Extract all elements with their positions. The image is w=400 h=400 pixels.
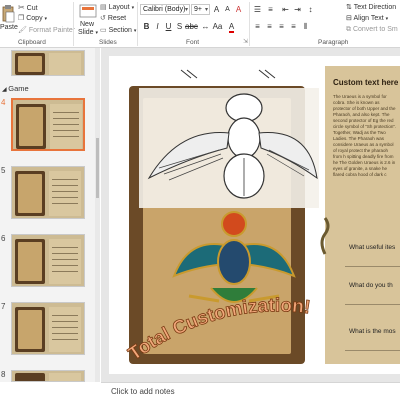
layout-icon: ▤ [100, 4, 107, 11]
new-slide-button[interactable]: New [80, 21, 94, 28]
chevron-down-icon: ▾ [204, 7, 208, 13]
slide-thumbnail[interactable] [11, 166, 85, 219]
slides-group-label: Slides [99, 39, 117, 46]
answer-line [345, 304, 400, 305]
notes-pane[interactable]: Click to add notes [101, 382, 400, 400]
scrollbar-thumb[interactable] [96, 138, 99, 198]
info-parchment-panel: Custom text here The Uraeus is a symbol … [320, 66, 400, 364]
current-slide[interactable]: Total Customization! Custom text here Th… [109, 56, 400, 374]
grow-font-button[interactable]: A [211, 4, 222, 15]
slide-thumbnail[interactable] [11, 302, 85, 355]
italic-button[interactable]: I [152, 21, 163, 32]
font-size-select[interactable]: 9+ ▾ [191, 4, 210, 15]
section-icon: ▭ [100, 27, 107, 34]
font-name-select[interactable]: Calibri (Body) ▾ [140, 4, 190, 15]
columns-button[interactable]: ⫴ [300, 21, 311, 32]
question-1: What useful ites [349, 244, 396, 251]
rotation-handle-icon[interactable] [257, 68, 287, 80]
underline-button[interactable]: U [163, 21, 174, 32]
change-case-button[interactable]: Aa [212, 21, 223, 32]
paste-button[interactable]: Paste [0, 24, 18, 31]
strikethrough-button[interactable]: abc [185, 21, 198, 32]
slide-thumbnail-pane: ◢ Game 4 5 6 7 8 [0, 48, 100, 382]
notes-placeholder: Click to add notes [111, 387, 175, 396]
text-direction-button[interactable]: ⇅ Text Direction [346, 3, 396, 11]
rotation-handle-icon[interactable] [179, 68, 209, 80]
chevron-down-icon: ▾ [184, 7, 188, 13]
question-3: What is the mos [349, 328, 396, 335]
font-group-label: Font [186, 39, 200, 46]
text-direction-icon: ⇅ [346, 4, 352, 11]
paintbrush-icon: 🖌 [18, 27, 27, 34]
cut-button[interactable]: ✂ Cut [18, 3, 38, 12]
align-text-button[interactable]: ⊟ Align Text ▾ [346, 14, 388, 22]
answer-line [345, 350, 400, 351]
clipboard-icon[interactable] [1, 4, 15, 24]
divider [137, 2, 138, 46]
align-center-button[interactable]: ≡ [264, 21, 275, 32]
clipboard-group-label: Clipboard [18, 39, 46, 46]
thumbnail-scrollbar[interactable] [95, 48, 100, 382]
slide-number: 5 [1, 166, 6, 175]
format-painter-button[interactable]: 🖌 Format Painter [18, 26, 75, 34]
shadow-button[interactable]: S [174, 21, 185, 32]
character-spacing-icon[interactable]: ↔ [200, 21, 211, 32]
convert-smartart-button[interactable]: ⧉ Convert to Sm [346, 26, 398, 34]
clear-formatting-icon[interactable]: A [233, 4, 244, 15]
banner-text: Total Customization! [124, 295, 311, 366]
divider [73, 2, 74, 46]
slide-thumbnail[interactable] [11, 370, 85, 382]
increase-indent-button[interactable]: ⇥ [292, 4, 303, 15]
align-text-icon: ⊟ [346, 15, 352, 22]
align-left-button[interactable]: ≡ [252, 21, 263, 32]
bold-button[interactable]: B [141, 21, 152, 32]
slide-number: 6 [1, 234, 6, 243]
reset-button[interactable]: ↺ Reset [100, 14, 126, 22]
smartart-icon: ⧉ [346, 26, 351, 33]
slide-thumbnail[interactable] [11, 234, 85, 287]
answer-line [345, 266, 400, 267]
new-slide-label: Slide ▾ [78, 29, 99, 36]
new-slide-icon[interactable] [78, 3, 98, 19]
total-customization-banner[interactable]: Total Customization! [119, 256, 329, 366]
decrease-indent-button[interactable]: ⇤ [280, 4, 291, 15]
shrink-font-button[interactable]: A [222, 4, 233, 15]
layout-button[interactable]: ▤ Layout ▾ [100, 3, 134, 11]
bullets-button[interactable]: ☰ [252, 4, 263, 15]
svg-text:Total Customization!: Total Customization! [125, 295, 312, 365]
slide-number: 4 [1, 98, 6, 107]
divider [249, 2, 250, 46]
question-2: What do you th [349, 282, 393, 289]
numbering-button[interactable]: ≡ [265, 4, 276, 15]
info-panel-title: Custom text here [333, 78, 399, 87]
slide-number: 8 [1, 370, 6, 379]
scarab-line-art-image[interactable] [139, 88, 319, 208]
slide-canvas: Total Customization! Custom text here Th… [101, 48, 400, 382]
paragraph-group-label: Paragraph [318, 39, 349, 46]
slide-thumbnail[interactable] [11, 50, 85, 76]
slide-thumbnail-selected[interactable] [11, 98, 85, 151]
ribbon: Paste ✂ Cut ❐ Copy ▾ 🖌 Format Painter Cl… [0, 0, 400, 48]
justify-button[interactable]: ≡ [288, 21, 299, 32]
copy-icon: ❐ [18, 15, 25, 22]
align-right-button[interactable]: ≡ [276, 21, 287, 32]
font-color-button[interactable]: A [226, 21, 237, 33]
scissors-icon: ✂ [18, 3, 25, 12]
slide-number: 7 [1, 302, 6, 311]
reset-icon: ↺ [100, 15, 106, 22]
info-panel-body: The Uraeus is a symbol for cobra. She is… [333, 94, 397, 177]
section-label[interactable]: ◢ Game [2, 84, 29, 93]
cobra-icon [320, 217, 330, 255]
line-spacing-button[interactable]: ↕ [305, 4, 316, 15]
copy-button[interactable]: ❐ Copy ▾ [18, 14, 47, 22]
section-button[interactable]: ▭ Section ▾ [100, 26, 136, 34]
